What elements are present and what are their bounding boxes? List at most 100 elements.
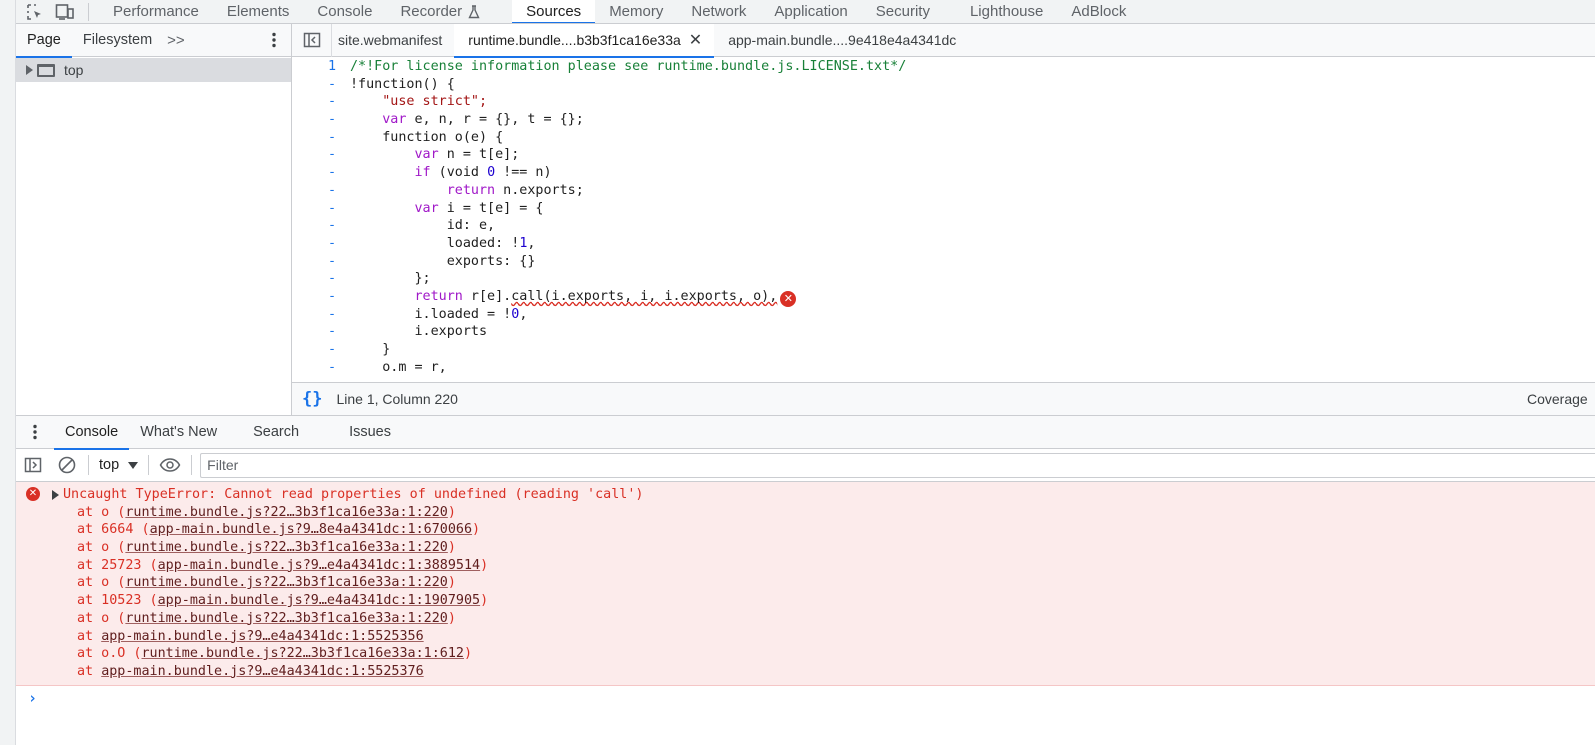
- tree-item-top-frame[interactable]: top: [16, 58, 291, 82]
- more-tabs-chevron-icon[interactable]: >>: [163, 32, 189, 49]
- source-link[interactable]: app-main.bundle.js?9…e4a4341dc:1:1907905: [158, 593, 480, 608]
- tab-recorder[interactable]: Recorder: [386, 0, 494, 23]
- source-link[interactable]: app-main.bundle.js?9…8e4a4341dc:1:670066: [150, 522, 472, 537]
- tab-elements[interactable]: Elements: [213, 0, 304, 23]
- code-token: i.loaded = !: [414, 306, 512, 322]
- source-link[interactable]: app-main.bundle.js?9…e4a4341dc:1:3889514: [158, 558, 480, 573]
- tab-performance[interactable]: Performance: [99, 0, 213, 23]
- frame-prefix: at o.O (: [77, 646, 142, 662]
- source-link[interactable]: app-main.bundle.js?9…e4a4341dc:1:5525376: [101, 664, 423, 679]
- editor-tab-runtime-bundle[interactable]: runtime.bundle....b3b3f1ca16e33a ✕: [454, 23, 715, 58]
- code-view[interactable]: 1 /*!For license information please see r…: [292, 58, 1595, 382]
- inspect-element-icon[interactable]: [24, 1, 46, 23]
- code-token: e, n, r = {}, t = {};: [406, 112, 584, 128]
- sidebar-toggle-icon[interactable]: [292, 23, 332, 57]
- tab-security[interactable]: Security: [862, 0, 944, 23]
- drawer-tab-search[interactable]: Search: [242, 416, 310, 449]
- line-number: -: [327, 94, 336, 110]
- more-vertical-icon[interactable]: [16, 424, 54, 440]
- code-keyword: return: [446, 182, 496, 198]
- error-squiggle-text: call(i.exports, i, i.exports, o),: [511, 288, 778, 304]
- frame-prefix: at 25723 (: [77, 557, 158, 573]
- code-line: - "use strict";: [292, 93, 1595, 111]
- source-link[interactable]: runtime.bundle.js?22…3b3f1ca16e33a:1:220: [125, 505, 447, 520]
- code-token: i = t[e] = {: [438, 200, 544, 216]
- tab-label: Page: [27, 32, 61, 48]
- tab-filesystem[interactable]: Filesystem: [72, 24, 163, 57]
- tab-adblock[interactable]: AdBlock: [1057, 0, 1140, 23]
- stack-frame: at o.O (runtime.bundle.js?22…3b3f1ca16e3…: [16, 645, 1595, 663]
- stack-trace: at o (runtime.bundle.js?22…3b3f1ca16e33a…: [16, 504, 1595, 681]
- frame-suffix: ): [463, 646, 473, 662]
- code-text: "use strict";: [340, 93, 487, 111]
- console-prompt[interactable]: ›: [16, 686, 1595, 710]
- stack-frame: at o (runtime.bundle.js?22…3b3f1ca16e33a…: [16, 539, 1595, 557]
- tab-label: Network: [691, 2, 747, 20]
- editor-tab-site-webmanifest[interactable]: site.webmanifest: [332, 24, 454, 57]
- close-icon[interactable]: ✕: [689, 30, 702, 50]
- frame-suffix: ): [472, 522, 481, 538]
- tab-label: Issues: [349, 424, 391, 440]
- tab-sources[interactable]: Sources: [512, 0, 596, 23]
- error-header[interactable]: Uncaught TypeError: Cannot read properti…: [16, 486, 1595, 504]
- frame-prefix: at o (: [77, 575, 126, 591]
- more-vertical-icon[interactable]: [271, 32, 277, 48]
- drawer-tab-console[interactable]: Console: [54, 416, 130, 450]
- code-text: var n = t[e];: [340, 146, 520, 164]
- expand-triangle-icon[interactable]: [26, 65, 33, 75]
- code-token: !== n): [495, 165, 552, 181]
- expand-triangle-icon[interactable]: [52, 489, 59, 500]
- frame-prefix: at 6664 (: [77, 522, 150, 538]
- pretty-print-icon[interactable]: {}: [302, 389, 322, 409]
- code-text: function o(e) {: [340, 129, 503, 147]
- tab-lighthouse[interactable]: Lighthouse: [956, 0, 1057, 23]
- drawer-tab-whats-new[interactable]: What's New: [129, 416, 228, 449]
- code-token: }: [382, 342, 391, 357]
- source-link[interactable]: app-main.bundle.js?9…e4a4341dc:1:5525356: [101, 629, 423, 644]
- context-value: top: [99, 457, 120, 473]
- code-token: function o(e) {: [382, 129, 504, 145]
- tab-label: Console: [317, 2, 373, 20]
- source-link[interactable]: runtime.bundle.js?22…3b3f1ca16e33a:1:220: [125, 540, 447, 555]
- live-expression-eye-icon[interactable]: [153, 449, 187, 482]
- line-number: -: [327, 271, 336, 287]
- code-line: - var e, n, r = {}, t = {};: [292, 111, 1595, 129]
- line-number: -: [327, 129, 336, 145]
- line-number: -: [327, 200, 336, 216]
- editor-tab-app-main-bundle[interactable]: app-main.bundle....9e418e4a4341dc: [714, 24, 968, 57]
- line-number: -: [327, 359, 336, 375]
- frame-prefix: at o (: [77, 610, 126, 626]
- device-toolbar-icon[interactable]: [54, 1, 76, 23]
- tab-page[interactable]: Page: [16, 24, 72, 58]
- code-line: 1 /*!For license information please see r…: [292, 58, 1595, 76]
- sidebar-toggle-icon[interactable]: [16, 449, 50, 482]
- tab-application[interactable]: Application: [760, 0, 861, 23]
- source-link[interactable]: runtime.bundle.js?22…3b3f1ca16e33a:1:220: [125, 575, 447, 590]
- line-number: 1: [327, 59, 336, 74]
- source-link[interactable]: runtime.bundle.js?22…3b3f1ca16e33a:1:612: [142, 646, 464, 661]
- code-text: }: [340, 341, 390, 359]
- stack-frame: at app-main.bundle.js?9…e4a4341dc:1:5525…: [16, 663, 1595, 681]
- coverage-indicator[interactable]: Coverage: [1527, 391, 1595, 407]
- code-keyword: var: [414, 147, 439, 163]
- tab-memory[interactable]: Memory: [595, 0, 677, 23]
- toolbar-divider: [88, 455, 89, 475]
- console-filter-input[interactable]: [200, 452, 1595, 478]
- code-line: - !function() {: [292, 76, 1595, 94]
- error-icon[interactable]: ✕: [780, 290, 797, 307]
- navigator-tabs: Page Filesystem >>: [16, 24, 291, 58]
- drawer-tab-issues[interactable]: Issues: [338, 416, 402, 449]
- code-token: id: e,: [446, 218, 496, 234]
- code-text: };: [340, 270, 431, 288]
- code-line-error: - return r[e].call(i.exports, i, i.expor…: [292, 288, 1595, 307]
- clear-console-icon[interactable]: [50, 449, 84, 482]
- line-number: -: [327, 342, 336, 357]
- code-text: i.exports: [340, 323, 488, 341]
- js-context-select[interactable]: top: [93, 457, 144, 473]
- stack-frame: at 25723 (app-main.bundle.js?9…e4a4341dc…: [16, 557, 1595, 575]
- tab-network[interactable]: Network: [677, 0, 760, 23]
- code-text: if (void 0 !== n): [340, 164, 552, 182]
- tab-console[interactable]: Console: [303, 0, 386, 23]
- stack-frame: at app-main.bundle.js?9…e4a4341dc:1:5525…: [16, 628, 1595, 646]
- source-link[interactable]: runtime.bundle.js?22…3b3f1ca16e33a:1:220: [125, 611, 447, 626]
